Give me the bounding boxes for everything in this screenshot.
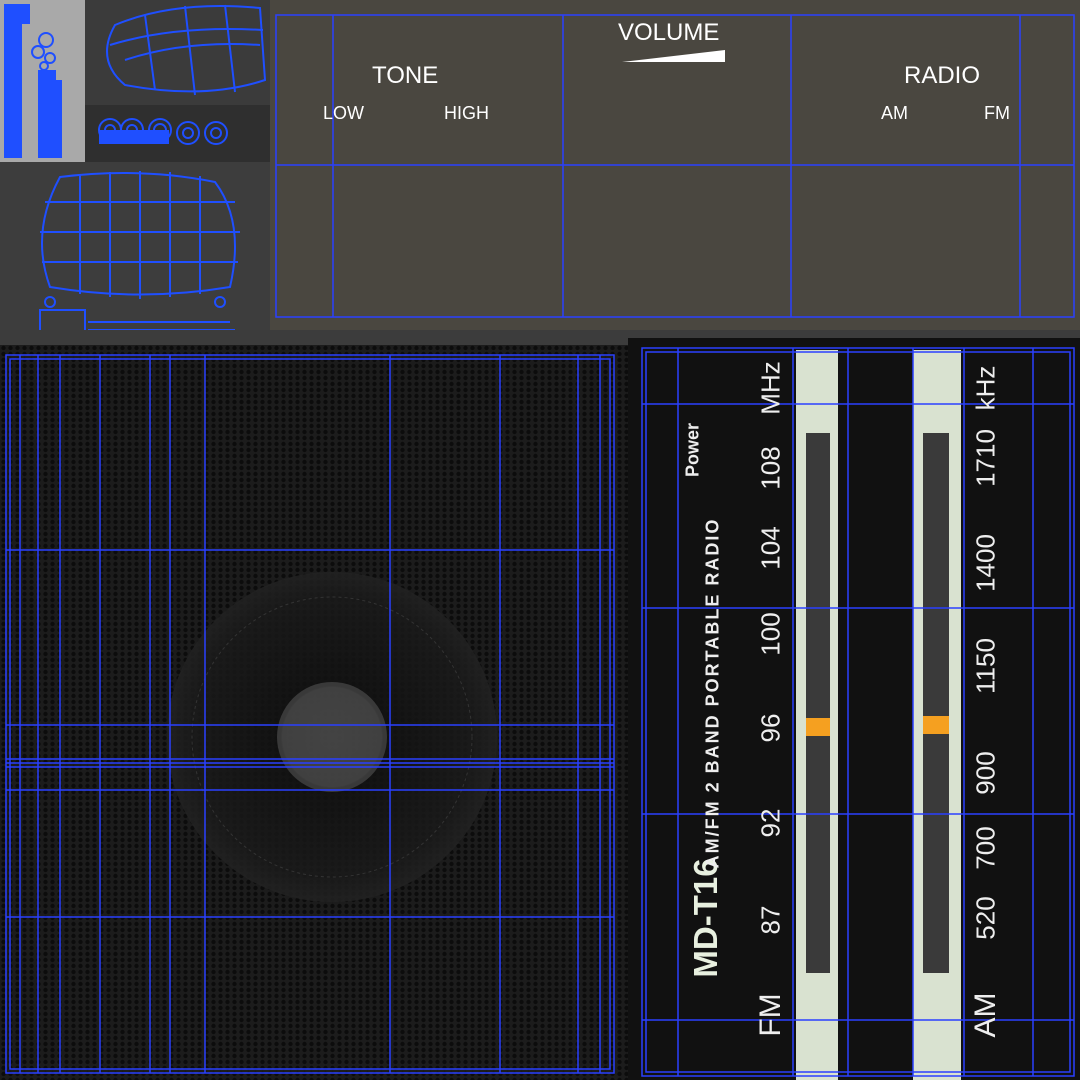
cabinet-wireframe bbox=[0, 162, 270, 345]
fm-band-label: FM bbox=[754, 993, 787, 1037]
description-label: AM/FM 2 BAND PORTABLE RADIO bbox=[702, 517, 723, 869]
fm-tick-100: 100 bbox=[755, 612, 786, 656]
tone-high-label: HIGH bbox=[444, 103, 489, 123]
fm-slider-slot bbox=[806, 433, 830, 973]
am-unit-label: kHz bbox=[970, 365, 1001, 411]
am-tick-900: 900 bbox=[970, 751, 1001, 795]
dust-cap bbox=[277, 682, 387, 792]
fm-tick-96: 96 bbox=[755, 713, 786, 743]
volume-wedge-icon bbox=[622, 50, 725, 62]
volume-label: VOLUME bbox=[618, 19, 720, 46]
model-label: MD-T16 bbox=[687, 858, 724, 978]
am-tick-700: 700 bbox=[970, 826, 1001, 870]
tuning-dial: Power MD-T16 AM/FM 2 BAND PORTABLE RADIO… bbox=[628, 338, 1080, 1080]
radio-top-wireframe bbox=[85, 0, 270, 105]
speaker-grille-texture bbox=[0, 345, 628, 1080]
uv-icon-panel bbox=[0, 0, 85, 162]
radio-label: RADIO bbox=[904, 62, 981, 89]
cabinet-wireframe-icon bbox=[39, 171, 240, 333]
speaker-cone-icon bbox=[98, 118, 228, 145]
radio-wireframe-icon bbox=[106, 4, 267, 96]
knob-parts-icon bbox=[4, 4, 62, 158]
radio-fm-label: FM bbox=[984, 103, 1010, 123]
am-tick-1710: 1710 bbox=[970, 429, 1001, 487]
speaker-grille bbox=[0, 345, 628, 1080]
control-panel: TONE LOW HIGH VOLUME RADIO AM FM bbox=[270, 0, 1080, 330]
tone-label: TONE bbox=[372, 62, 439, 89]
am-tick-1150: 1150 bbox=[970, 638, 1001, 694]
power-label: Power bbox=[682, 422, 703, 478]
panel-grid bbox=[275, 14, 1075, 318]
am-tuning-indicator bbox=[923, 716, 949, 734]
am-tick-520: 520 bbox=[970, 896, 1001, 940]
fm-tick-92: 92 bbox=[755, 808, 786, 838]
am-band-label: AM bbox=[969, 992, 1002, 1038]
fm-tick-87: 87 bbox=[755, 905, 786, 935]
fm-unit-label: MHz bbox=[755, 361, 786, 415]
radio-am-label: AM bbox=[881, 103, 908, 123]
fm-tuning-indicator bbox=[806, 718, 830, 736]
am-slider-slot bbox=[923, 433, 949, 973]
knobs-wireframe bbox=[85, 105, 270, 163]
am-tick-1400: 1400 bbox=[970, 534, 1001, 592]
fm-tick-104: 104 bbox=[755, 526, 786, 570]
fm-tick-108: 108 bbox=[755, 446, 786, 490]
tone-low-label: LOW bbox=[323, 103, 365, 123]
